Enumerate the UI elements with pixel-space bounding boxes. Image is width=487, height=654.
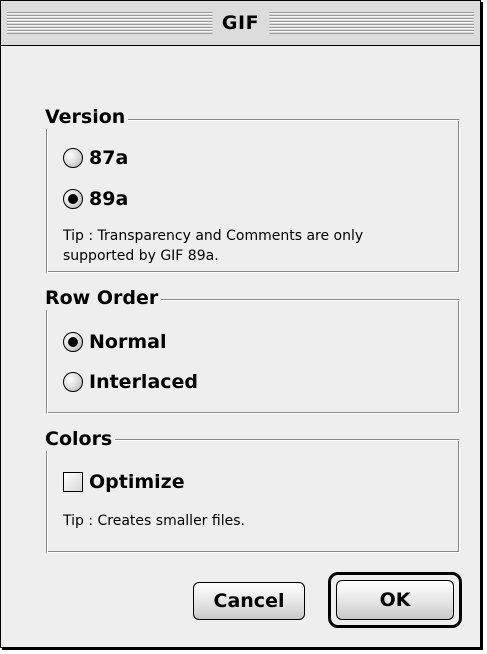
ok-button[interactable]: OK — [336, 580, 454, 620]
row-order-group — [46, 299, 460, 414]
optimize-checkbox-label: Optimize — [89, 471, 185, 493]
radio-87a-button[interactable] — [63, 148, 83, 168]
radio-interlaced-button[interactable] — [63, 372, 83, 392]
radio-interlaced-label: Interlaced — [89, 371, 199, 393]
colors-tip: Tip : Creates smaller files. — [63, 513, 245, 529]
radio-normal[interactable]: Normal — [63, 328, 166, 356]
radio-interlaced[interactable]: Interlaced — [63, 368, 198, 396]
dialog-title: GIF — [211, 10, 270, 36]
radio-87a-label: 87a — [89, 147, 129, 169]
colors-group — [46, 439, 460, 553]
radio-87a[interactable]: 87a — [63, 144, 128, 172]
gif-options-dialog: GIF Version 87a 89a Tip : Transparency a… — [0, 0, 481, 648]
dialog-content: Version 87a 89a Tip : Transparency and C… — [1, 46, 480, 647]
radio-normal-button[interactable] — [63, 332, 83, 352]
cancel-button[interactable]: Cancel — [193, 582, 305, 620]
title-bar[interactable]: GIF — [1, 1, 480, 46]
radio-89a[interactable]: 89a — [63, 185, 128, 213]
optimize-checkbox-box[interactable] — [63, 472, 83, 492]
colors-group-label: Colors — [39, 427, 116, 451]
version-tip: Tip : Transparency and Comments are only… — [63, 228, 364, 264]
radio-89a-button[interactable] — [63, 189, 83, 209]
version-group-label: Version — [39, 105, 129, 129]
radio-normal-label: Normal — [89, 331, 167, 353]
radio-89a-label: 89a — [89, 188, 129, 210]
row-order-group-label: Row Order — [39, 286, 162, 310]
optimize-checkbox[interactable]: Optimize — [63, 468, 185, 496]
